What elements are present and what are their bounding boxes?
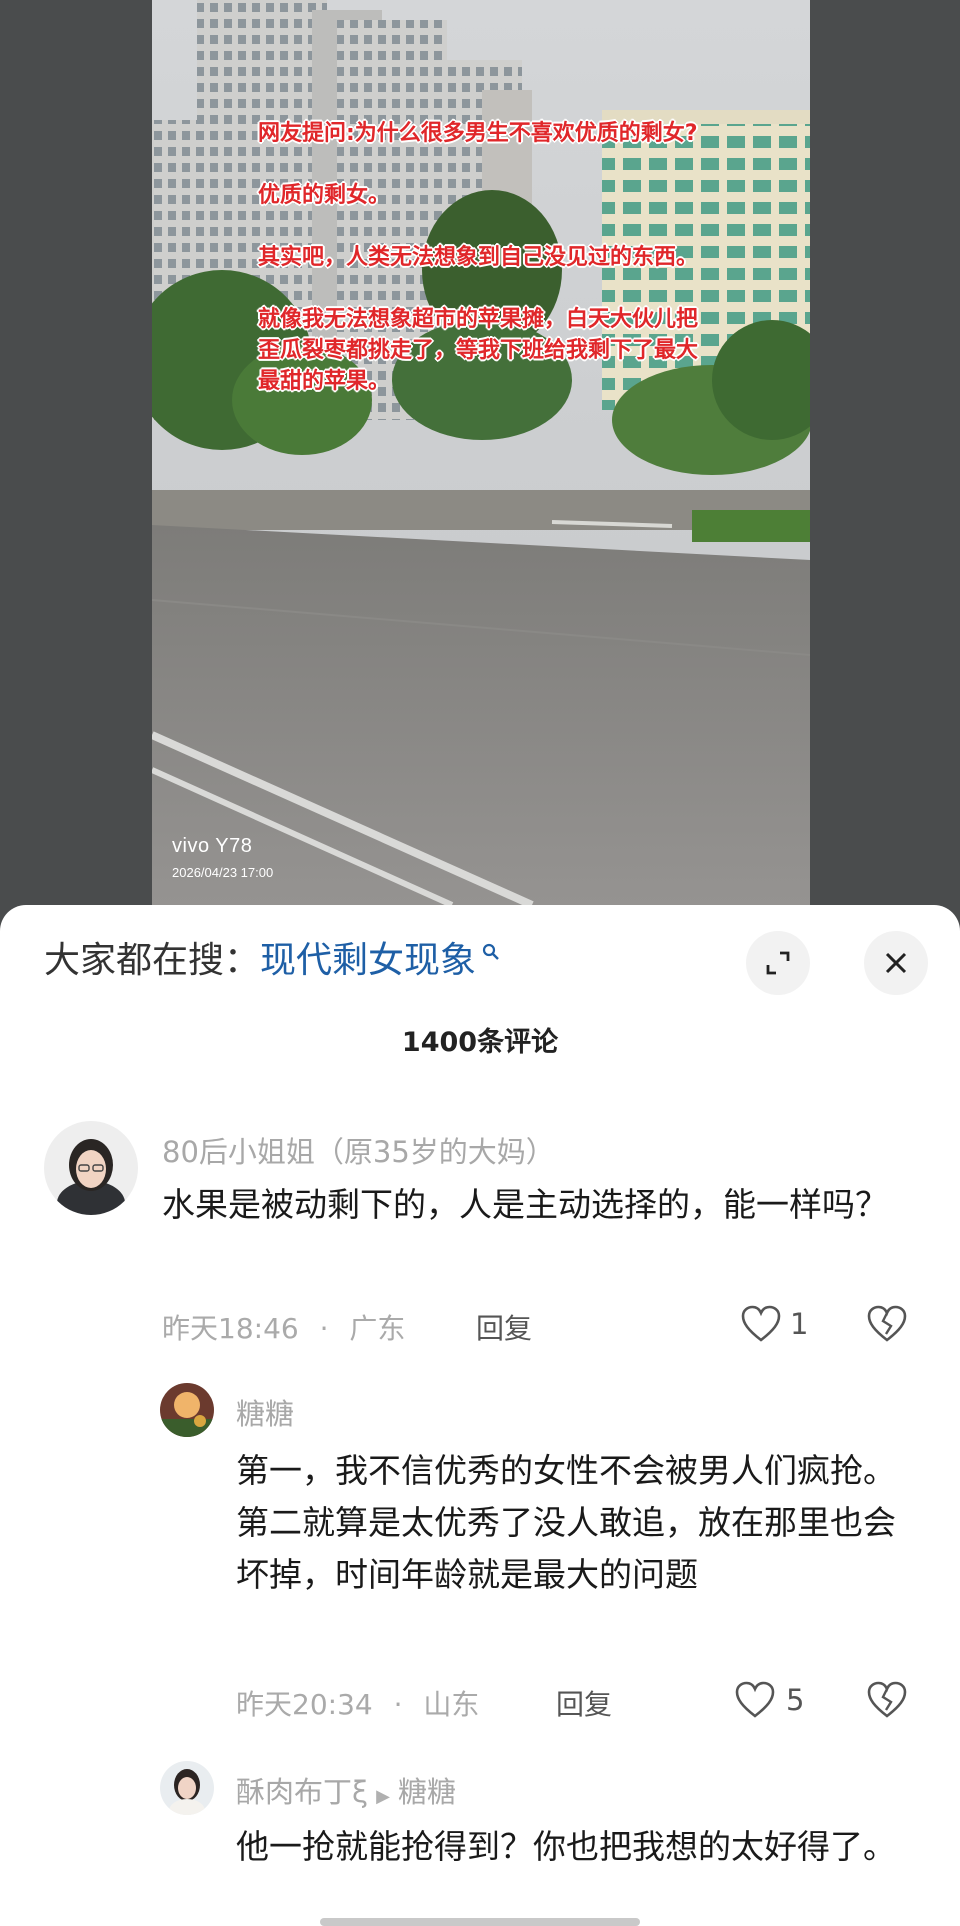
close-icon [885, 952, 907, 974]
expand-icon [766, 951, 790, 975]
user-avatar-image [44, 1121, 138, 1215]
comment-text: 水果是被动剩下的，人是主动选择的，能一样吗？ [162, 1185, 888, 1224]
reply-arrow-icon: ▶ [376, 1786, 391, 1807]
avatar[interactable] [160, 1761, 214, 1815]
meta-separator: · [319, 1312, 329, 1345]
comment-meta: 昨天20:34 · 山东 [236, 1683, 479, 1723]
like-heart-icon[interactable] [734, 1680, 776, 1720]
comment-count: 1400条评论 [401, 1027, 559, 1058]
comment-text: 他一抢就能抢得到？你也把我想的太好得了。 [236, 1827, 896, 1866]
reply-button[interactable]: 回复 [476, 1307, 532, 1347]
like-heart-icon[interactable] [740, 1304, 782, 1344]
comment-text: 第一，我不信优秀的女性不会被男人们疯抢。第二就算是太优秀了没人敢追，放在那里也会… [236, 1451, 896, 1594]
close-button[interactable] [864, 931, 928, 995]
reply-button[interactable]: 回复 [556, 1683, 612, 1723]
comment-meta: 昨天18:46 · 广东 [162, 1307, 405, 1347]
like-count: 1 [790, 1307, 809, 1341]
dislike-broken-heart-icon[interactable] [866, 1680, 908, 1720]
caption-line: 其实吧，人类无法想象到自己没见过的东西。 [258, 245, 699, 270]
avatar[interactable] [44, 1121, 138, 1215]
reply-to-username[interactable]: 糖糖 [398, 1775, 456, 1809]
scroll-indicator[interactable] [320, 1918, 640, 1926]
expand-button[interactable] [746, 931, 810, 995]
meta-separator: · [393, 1688, 403, 1721]
search-prefix: 大家都在搜： [44, 940, 261, 981]
dislike-broken-heart-icon[interactable] [866, 1304, 908, 1344]
search-icon [482, 943, 499, 960]
caption-line: 优质的剩女。 [258, 183, 391, 208]
trending-search[interactable]: 大家都在搜：现代剩女现象 [44, 937, 476, 985]
camera-watermark: vivo Y78 [172, 835, 253, 857]
video-player[interactable]: 网友提问:为什么很多男生不喜欢优质的剩女? 优质的剩女。 其实吧，人类无法想象到… [152, 0, 810, 905]
like-count: 5 [786, 1683, 805, 1717]
comment-time: 昨天18:46 [162, 1312, 299, 1345]
comment-username[interactable]: 糖糖 [236, 1391, 294, 1433]
comment-time: 昨天20:34 [236, 1688, 373, 1721]
comment-location: 山东 [423, 1688, 480, 1721]
caption-line: 就像我无法想象超市的苹果摊，白天大伙儿把歪瓜裂枣都挑走了，等我下班给我剩下了最大… [258, 307, 699, 394]
caption-line: 网友提问:为什么很多男生不喜欢优质的剩女? [258, 121, 698, 146]
user-avatar-image [160, 1383, 214, 1437]
comment-username[interactable]: 80后小姐姐（原35岁的大妈） [162, 1129, 555, 1171]
camera-timestamp: 2026/04/23 17:00 [172, 865, 274, 880]
comment-username-line: 酥肉布丁ξ ▶ 糖糖 [236, 1769, 456, 1811]
comment-username[interactable]: 酥肉布丁ξ [236, 1775, 368, 1809]
comment-sheet: 大家都在搜：现代剩女现象 1400条评论 80后小姐姐（原35岁的大妈） 水果是… [0, 905, 960, 1926]
user-avatar-image [160, 1761, 214, 1815]
video-caption: 网友提问:为什么很多男生不喜欢优质的剩女? 优质的剩女。 其实吧，人类无法想象到… [258, 118, 718, 428]
avatar[interactable] [160, 1383, 214, 1437]
comment-location: 广东 [349, 1312, 406, 1345]
search-term-link[interactable]: 现代剩女现象 [260, 940, 476, 981]
